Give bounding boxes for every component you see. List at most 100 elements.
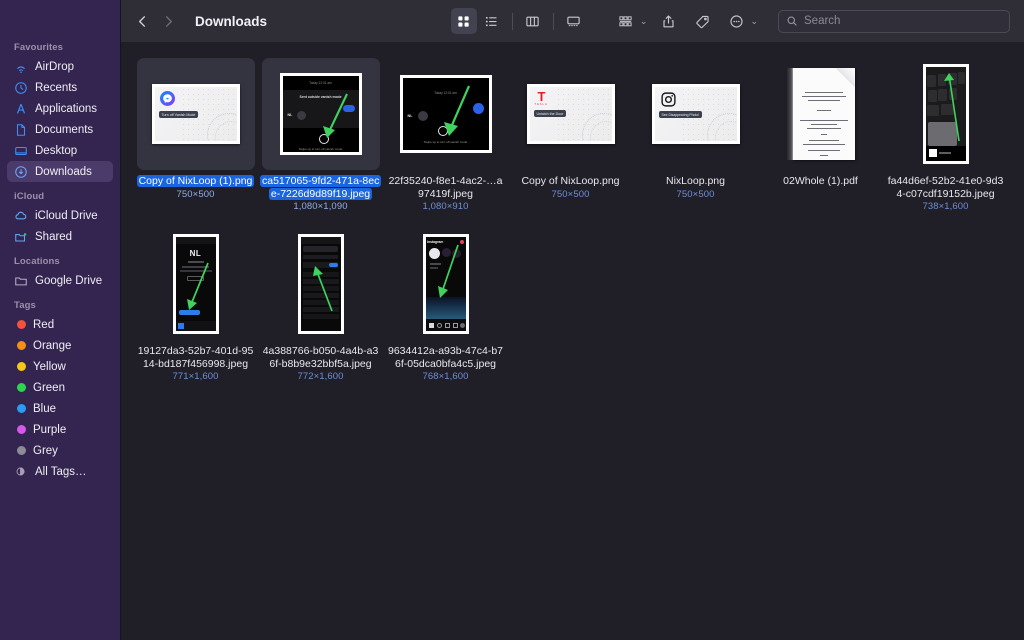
applications-icon [14, 102, 28, 116]
file-dimensions: 738×1,600 [922, 201, 969, 212]
file-item[interactable]: See Disappearing Photo! NixLoop.png 750×… [633, 54, 758, 212]
sidebar-tag-label: Blue [33, 402, 57, 415]
file-item[interactable]: NL 19127da3-52b7-401d-9514-bd187f456998.… [133, 224, 258, 382]
breadcrumb[interactable]: Downloads [195, 14, 267, 29]
toolbar-divider [552, 12, 554, 30]
sidebar-item-label: Documents [35, 123, 94, 136]
icon-view-button[interactable] [450, 8, 477, 34]
sidebar-tag-label: Yellow [33, 360, 66, 373]
clock-icon [14, 81, 28, 95]
cloud-icon [14, 209, 28, 223]
sidebar-item-shared[interactable]: Shared [7, 226, 113, 247]
file-item[interactable]: Today 12:01 am NL Swipe up to turn off v… [383, 54, 508, 212]
sidebar-tag-yellow[interactable]: Yellow [7, 356, 113, 377]
column-view-button[interactable] [520, 8, 546, 34]
file-name[interactable]: NixLoop.png [635, 175, 756, 188]
pdf-document-thumbnail [786, 68, 855, 160]
tag-button[interactable] [689, 8, 715, 34]
art-timestamp: Today 12:01 am [434, 91, 457, 95]
sidebar-section-title: Favourites [14, 42, 64, 53]
file-dimensions: 771×1,600 [172, 371, 219, 382]
art-avatar: NL [407, 114, 413, 118]
file-item[interactable]: T TESLA Unlatch the Door Copy of NixLoop… [508, 54, 633, 212]
file-item[interactable]: Turn off Vanish Mode Copy of NixLoop (1)… [133, 54, 258, 212]
art-avatar: NL [189, 249, 202, 258]
file-name[interactable]: fa44d6ef-52b2-41e0-9d34-c07cdf19152b.jpe… [885, 175, 1006, 200]
sidebar-item-desktop[interactable]: Desktop [7, 140, 113, 161]
file-dimensions: 750×500 [676, 188, 715, 200]
share-button[interactable] [655, 8, 681, 34]
sidebar-item-recents[interactable]: Recents [7, 77, 113, 98]
sidebar-item-downloads[interactable]: Downloads [7, 161, 113, 182]
file-thumbnail[interactable]: Turn off Vanish Mode [136, 58, 255, 170]
file-thumbnail[interactable]: Today 12:01 am NL Swipe up to turn off v… [387, 58, 505, 170]
file-item[interactable]: 02Whole (1).pdf [758, 54, 883, 212]
sidebar-tag-orange[interactable]: Orange [7, 335, 113, 356]
sidebar-item-documents[interactable]: Documents [7, 119, 113, 140]
file-item[interactable]: fa44d6ef-52b2-41e0-9d34-c07cdf19152b.jpe… [883, 54, 1008, 212]
file-name[interactable]: 4a388766-b050-4a4b-a36f-b8b9e32bbf5a.jpe… [260, 345, 381, 370]
gallery-view-button[interactable] [561, 8, 587, 34]
chevron-down-icon[interactable]: ⌄ [640, 16, 648, 27]
sidebar-item-label: Desktop [35, 144, 78, 157]
list-view-button[interactable] [479, 8, 505, 34]
file-dimensions: 750×500 [176, 188, 215, 200]
file-item[interactable]: 4a388766-b050-4a4b-a36f-b8b9e32bbf5a.jpe… [258, 224, 383, 382]
sidebar-tag-grey[interactable]: Grey [7, 440, 113, 461]
file-name[interactable]: 9634412a-a93b-47c4-b76f-05dca0bfa4c5.jpe… [385, 345, 506, 370]
tag-color-dot [17, 446, 26, 455]
file-name[interactable]: ca517065-9fd2-471a-8ece-7226d9d89f19.jpe… [260, 175, 382, 200]
sidebar-tag-red[interactable]: Red [7, 314, 113, 335]
tag-color-dot [17, 425, 26, 434]
file-item[interactable]: Today 12:01 am Sent outside vanish mode … [258, 54, 383, 212]
file-name[interactable]: 19127da3-52b7-401d-9514-bd187f456998.jpe… [135, 345, 256, 370]
sidebar-item-google-drive[interactable]: Google Drive [7, 270, 113, 291]
forward-button[interactable] [155, 8, 181, 34]
sidebar-item-all-tags[interactable]: All Tags… [7, 461, 113, 482]
sidebar-item-label: iCloud Drive [35, 209, 98, 222]
sidebar-item-icloud-drive[interactable]: iCloud Drive [7, 205, 113, 226]
sidebar-item-label: Shared [35, 230, 73, 243]
file-thumbnail[interactable] [762, 58, 880, 170]
phone-instagram-thumbnail: Instagram [422, 234, 469, 334]
file-dimensions: 1,080×910 [422, 201, 469, 212]
airdrop-icon [14, 60, 28, 74]
file-thumbnail[interactable] [262, 228, 380, 340]
file-grid: Turn off Vanish Mode Copy of NixLoop (1)… [121, 42, 1024, 640]
art-note: Sent outside vanish mode [299, 95, 342, 99]
sidebar-item-airdrop[interactable]: AirDrop [7, 56, 113, 77]
file-name[interactable]: 22f35240-f8e1-4ac2-…a97419f.jpeg [385, 175, 506, 200]
sidebar-section-locations: Locations Google Drive [0, 256, 120, 291]
finder-window: Favourites AirDrop Recents Applications … [0, 0, 1024, 640]
keyboard-photo-thumbnail [922, 64, 969, 164]
more-options-control[interactable]: ⌄ [723, 8, 758, 34]
view-switcher [450, 8, 587, 34]
sidebar-tag-blue[interactable]: Blue [7, 398, 113, 419]
file-thumbnail[interactable]: See Disappearing Photo! [637, 58, 755, 170]
sidebar-tag-green[interactable]: Green [7, 377, 113, 398]
file-thumbnail[interactable] [887, 58, 1005, 170]
back-button[interactable] [129, 8, 155, 34]
file-dimensions: 772×1,600 [297, 371, 344, 382]
group-by-control[interactable]: ⌄ [613, 8, 648, 34]
sidebar-section-title: Locations [14, 256, 60, 267]
file-thumbnail[interactable]: Instagram [387, 228, 505, 340]
file-thumbnail[interactable]: NL [137, 228, 255, 340]
sidebar-tag-purple[interactable]: Purple [7, 419, 113, 440]
file-name[interactable]: Copy of NixLoop.png [510, 175, 631, 188]
tesla-wordmark: TESLA [534, 103, 548, 106]
chevron-down-icon[interactable]: ⌄ [750, 16, 758, 27]
search-field[interactable]: Search [778, 9, 1010, 33]
search-input[interactable]: Search [804, 15, 840, 27]
tag-color-dot [17, 341, 26, 350]
file-item[interactable]: Instagram 9634412a-a93b-47c4-b76f-05dca0… [383, 224, 508, 382]
more-options-icon[interactable] [723, 8, 749, 34]
file-name[interactable]: Copy of NixLoop (1).png [135, 175, 256, 188]
group-by-icon[interactable] [613, 8, 639, 34]
file-thumbnail[interactable]: T TESLA Unlatch the Door [512, 58, 630, 170]
sidebar-item-applications[interactable]: Applications [7, 98, 113, 119]
sidebar-tag-label: Green [33, 381, 65, 394]
file-name[interactable]: 02Whole (1).pdf [760, 175, 881, 188]
file-thumbnail[interactable]: Today 12:01 am Sent outside vanish mode … [261, 58, 380, 170]
tag-color-dot [17, 362, 26, 371]
